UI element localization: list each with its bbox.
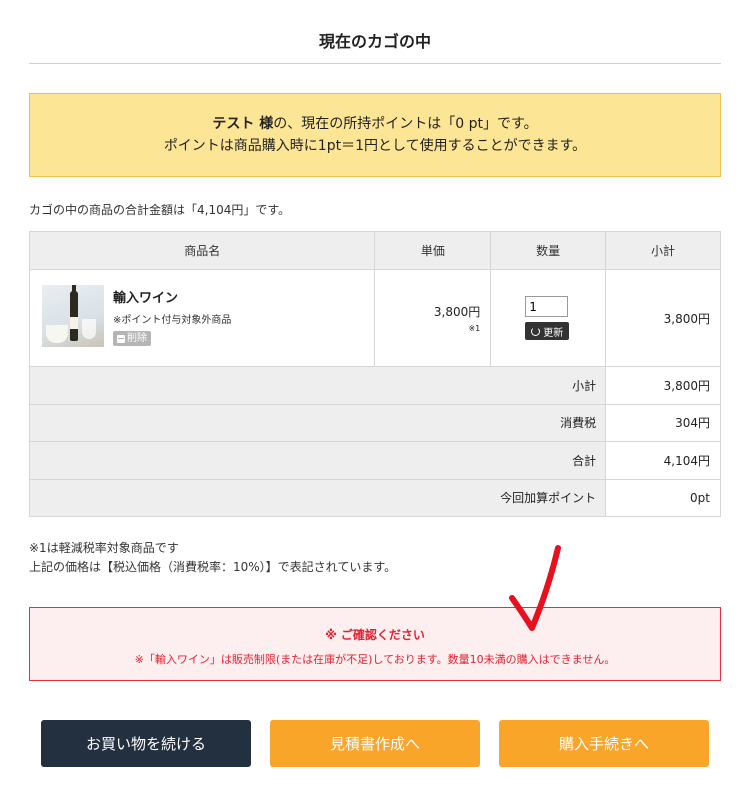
title-divider [29, 63, 721, 64]
header-product-name: 商品名 [28, 231, 376, 270]
unit-price-cell: 3,800円 ※1 [374, 269, 492, 367]
points-notice-line1: テスト 様の、現在の所持ポイントは「0 pt」です。 [30, 113, 720, 135]
glass-shape [82, 319, 96, 339]
points-notice: テスト 様の、現在の所持ポイントは「0 pt」です。 ポイントは商品購入時に1p… [29, 93, 721, 177]
refresh-icon [531, 326, 541, 336]
summary-label: 消費税 [28, 403, 607, 442]
stock-alert: ※ ご確認ください ※「輸入ワイン」は販売制限(または在庫が不足)しております。… [29, 607, 721, 681]
summary-row-total: 合計 4,104円 [28, 441, 721, 480]
alert-message: ※「輸入ワイン」は販売制限(または在庫が不足)しております。数量10未満の購入は… [134, 653, 616, 666]
user-name: テスト 様 [212, 116, 274, 132]
unit-price: 3,800円 [433, 305, 481, 319]
tax-footnote: ※1は軽減税率対象商品です 上記の価格は【税込価格（消費税率：10%）】で表記さ… [29, 539, 396, 577]
update-button[interactable]: 更新 [525, 322, 570, 340]
create-quote-button[interactable]: 見積書作成へ [270, 720, 480, 767]
table-header-row: 商品名 単価 数量 小計 [28, 231, 721, 270]
cart-total-text: カゴの中の商品の合計金額は「4,104円」です。 [29, 203, 291, 217]
footnote-line2: 上記の価格は【税込価格（消費税率：10%）】で表記されています。 [29, 560, 397, 574]
update-label: 更新 [543, 327, 564, 339]
cart-item-row: 輸入ワイン ※ポイント付与対象外商品 削除 3,800円 ※1 更新 3,800… [28, 269, 721, 367]
summary-row-tax: 消費税 304円 [28, 403, 721, 442]
minus-icon [117, 334, 125, 343]
quantity-cell: 更新 [490, 269, 607, 367]
bowl-shape [46, 325, 68, 343]
summary-label: 今回加算ポイント [28, 478, 607, 517]
summary-row-subtotal: 小計 3,800円 [28, 366, 721, 405]
delete-label: 削除 [127, 333, 147, 344]
product-note: ※ポイント付与対象外商品 [113, 315, 232, 326]
cart-table: 商品名 単価 数量 小計 輸入ワイン ※ポイント付与対象外商品 削除 3,800… [28, 231, 721, 517]
summary-label: 合計 [28, 441, 607, 480]
product-cell: 輸入ワイン ※ポイント付与対象外商品 削除 [28, 269, 376, 367]
product-thumbnail[interactable] [42, 285, 104, 347]
points-notice-text: の、現在の所持ポイントは「0 pt」です。 [273, 116, 538, 132]
continue-shopping-button[interactable]: お買い物を続ける [41, 720, 251, 767]
summary-value: 304円 [605, 403, 721, 442]
page-title: 現在のカゴの中 [318, 32, 431, 51]
points-notice-line2: ポイントは商品購入時に1pt＝1円として使用することができます。 [163, 138, 587, 154]
checkout-button[interactable]: 購入手続きへ [499, 720, 709, 767]
product-name[interactable]: 輸入ワイン [113, 287, 178, 306]
unit-price-note: ※1 [468, 324, 481, 333]
header-unit-price: 単価 [374, 231, 492, 270]
item-subtotal: 3,800円 [605, 269, 721, 367]
bottle-shape [70, 291, 78, 341]
summary-label: 小計 [28, 366, 607, 405]
header-subtotal: 小計 [605, 231, 721, 270]
header-quantity: 数量 [490, 231, 607, 270]
summary-row-points: 今回加算ポイント 0pt [28, 478, 721, 517]
alert-title: ※ ご確認ください [325, 628, 425, 642]
summary-value: 4,104円 [605, 441, 721, 480]
summary-value: 3,800円 [605, 366, 721, 405]
footnote-line1: ※1は軽減税率対象商品です [29, 541, 179, 555]
delete-button[interactable]: 削除 [113, 331, 151, 346]
summary-value: 0pt [605, 478, 721, 517]
quantity-input[interactable] [525, 296, 569, 317]
bottle-label-shape [70, 317, 78, 329]
